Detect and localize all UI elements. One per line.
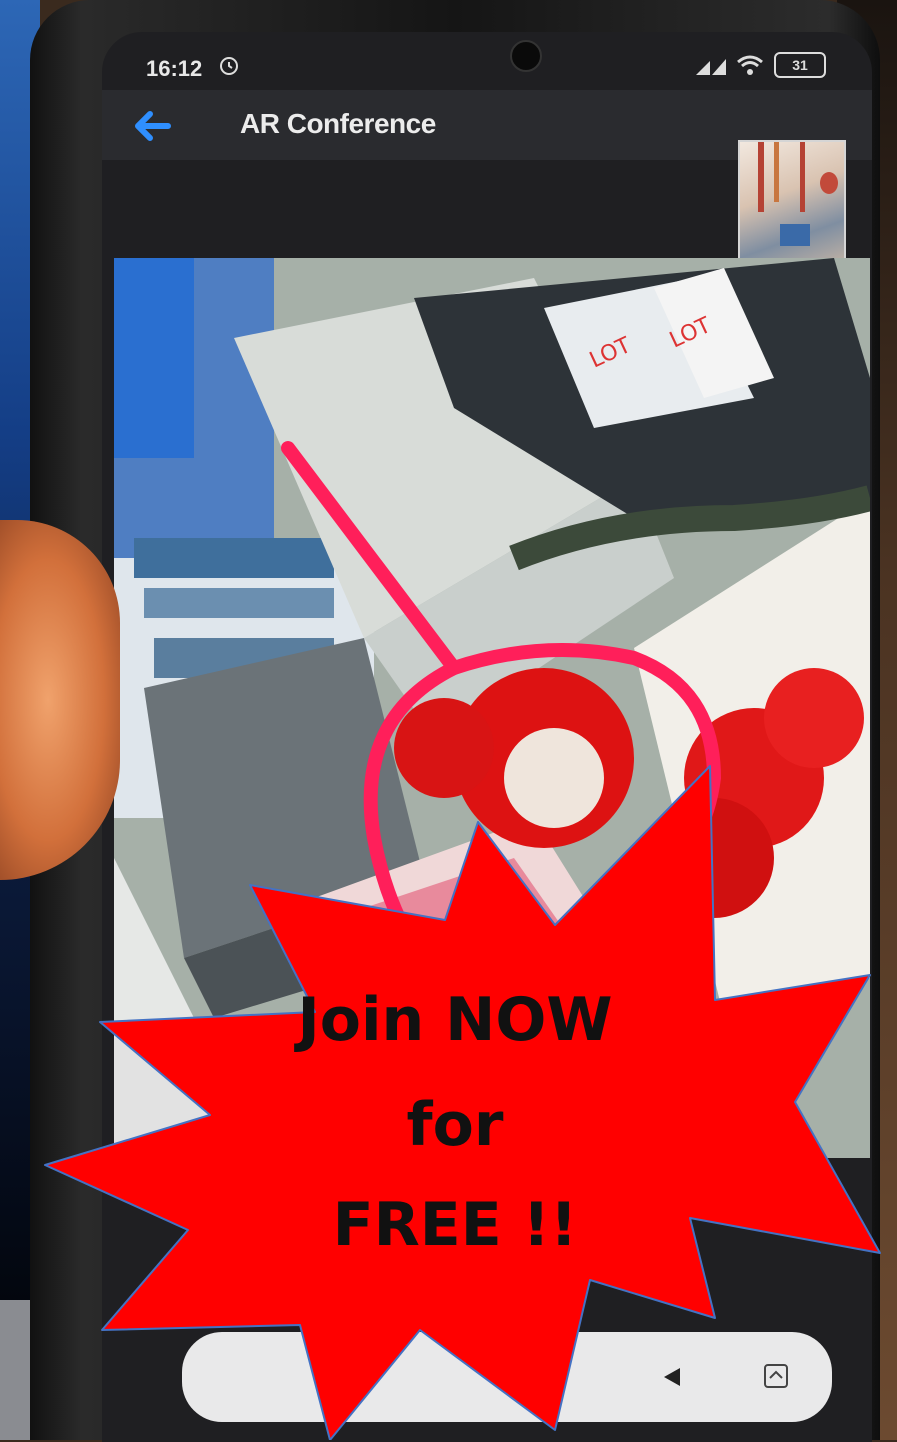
status-icons: 31 (696, 52, 826, 78)
wifi-icon (737, 55, 763, 75)
system-nav-bar (182, 1332, 832, 1422)
battery-icon: 31 (774, 52, 826, 78)
promo-line-join-now[interactable]: Join NOW (230, 990, 680, 1050)
alarm-icon (220, 57, 238, 75)
status-time: 16:12 (146, 56, 203, 81)
rotate-screen-icon[interactable] (762, 1362, 790, 1390)
promo-line-for[interactable]: for (230, 1095, 680, 1155)
circle-icon[interactable] (512, 1362, 542, 1392)
app-title: AR Conference (240, 108, 436, 139)
front-camera (510, 40, 542, 72)
promo-line-free[interactable]: FREE !! (230, 1195, 680, 1255)
triangle-back-icon[interactable] (662, 1366, 682, 1388)
self-view-thumbnail[interactable] (738, 140, 846, 272)
back-arrow-icon[interactable] (132, 108, 172, 144)
signal-icon (696, 59, 726, 75)
battery-level: 31 (792, 57, 808, 73)
square-icon[interactable] (332, 1372, 350, 1386)
